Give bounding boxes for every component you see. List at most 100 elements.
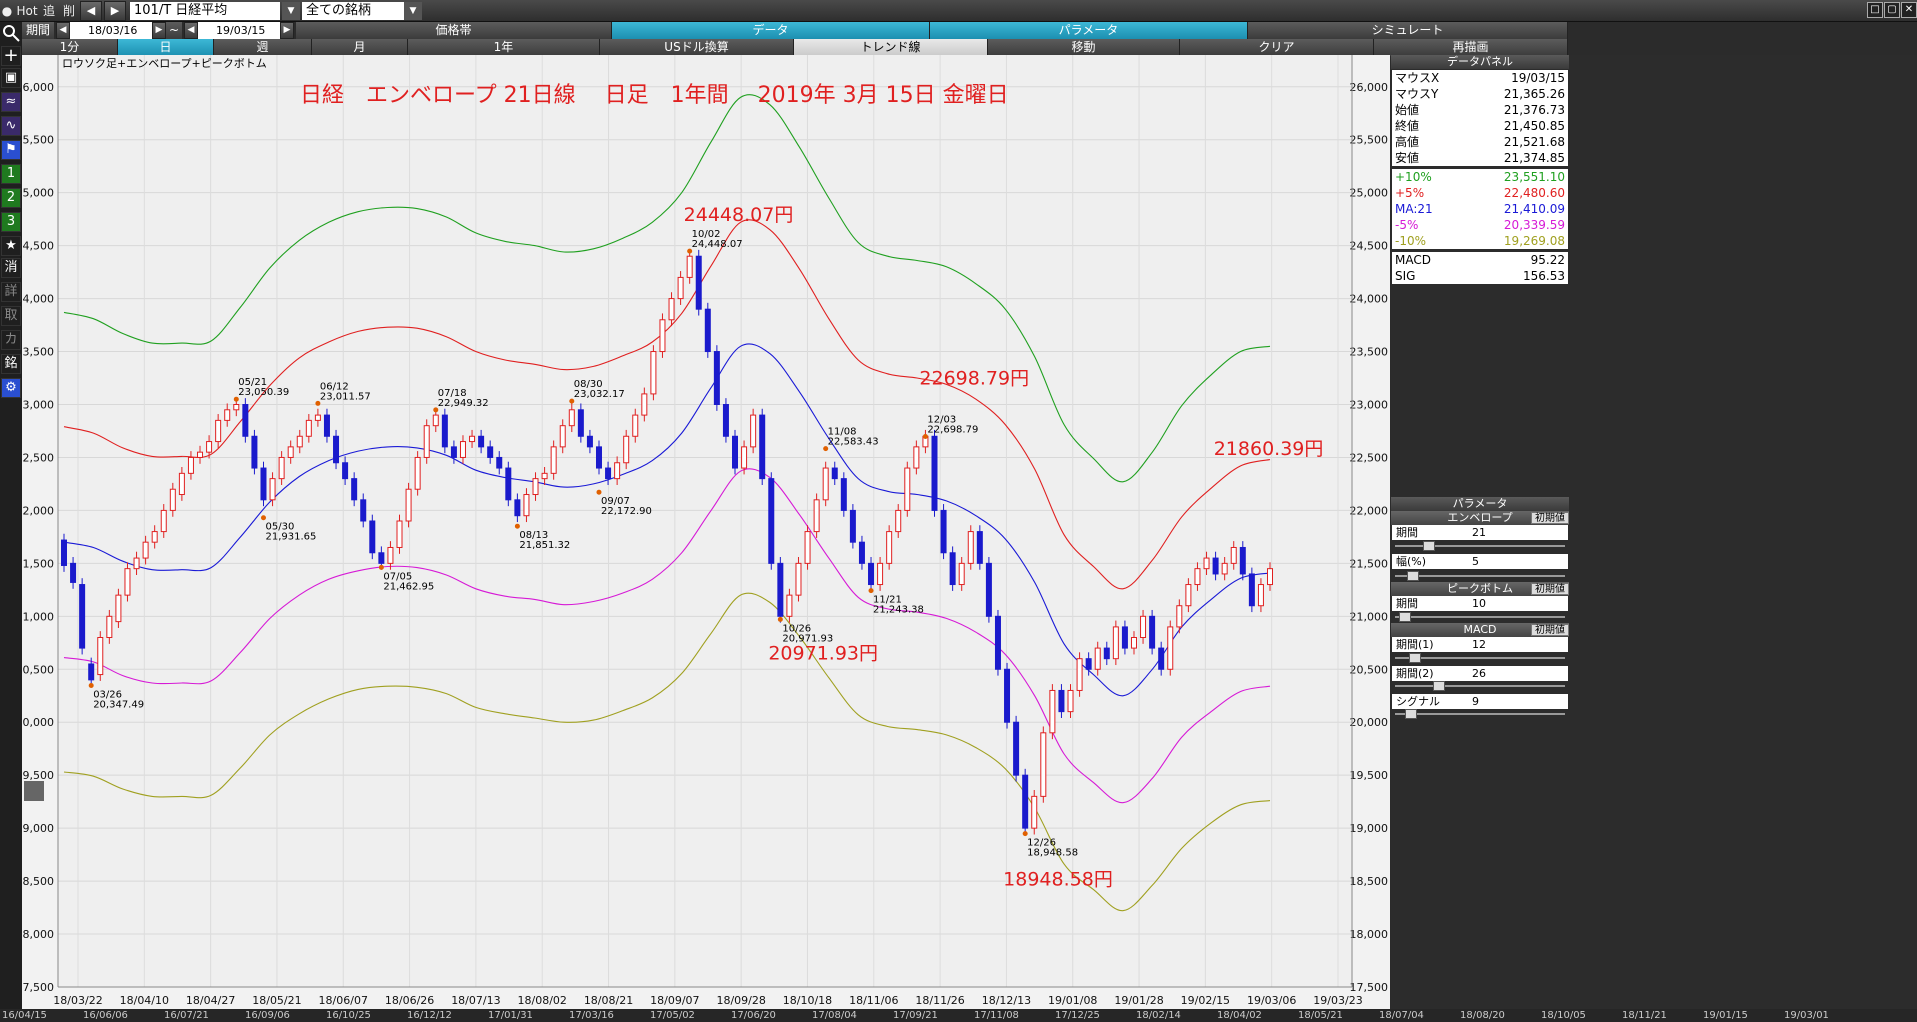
candle-body[interactable] <box>1221 562 1228 575</box>
candle-body[interactable] <box>750 414 757 448</box>
candle-body[interactable] <box>1013 721 1020 776</box>
chart-line2-icon[interactable]: ∿ <box>1 116 21 136</box>
date-from-next-icon[interactable]: ▶ <box>152 22 166 39</box>
candle-body[interactable] <box>305 419 312 437</box>
macd-signal-knob[interactable] <box>1405 709 1417 719</box>
candle-body[interactable] <box>877 562 884 586</box>
universe-dropdown-icon[interactable]: ▼ <box>404 2 422 20</box>
candle-body[interactable] <box>1194 568 1201 586</box>
candle-body[interactable] <box>686 255 693 278</box>
peakbottom-reset-button[interactable]: 初期値 <box>1531 583 1569 595</box>
preset-2-button[interactable]: 2 <box>1 188 21 208</box>
tab-usd[interactable]: USドル換算 <box>600 39 794 56</box>
peakbottom-period-value[interactable]: 10 <box>1472 596 1486 611</box>
candle-body[interactable] <box>1248 573 1255 607</box>
candle-body[interactable] <box>967 531 974 564</box>
candle-body[interactable] <box>142 541 149 559</box>
candle-body[interactable] <box>1176 605 1183 628</box>
candle-body[interactable] <box>1040 732 1047 797</box>
candle-body[interactable] <box>641 393 648 416</box>
preset-3-button[interactable]: 3 <box>1 212 21 232</box>
date-to-field[interactable]: 19/03/15 <box>198 22 280 39</box>
tab-redraw[interactable]: 再描画 <box>1374 39 1568 56</box>
candle-body[interactable] <box>595 446 602 469</box>
tab-trendline[interactable]: トレンド線 <box>794 39 988 56</box>
candle-body[interactable] <box>414 456 421 490</box>
candle-body[interactable] <box>586 435 593 448</box>
macd-reset-button[interactable]: 初期値 <box>1531 624 1569 636</box>
candle-body[interactable] <box>831 467 838 480</box>
tab-monthly[interactable]: 月 <box>312 39 408 56</box>
candle-body[interactable] <box>722 404 729 437</box>
candle-body[interactable] <box>369 520 376 554</box>
candle-body[interactable] <box>550 446 557 474</box>
candle-body[interactable] <box>994 615 1001 670</box>
candle-body[interactable] <box>1167 626 1174 670</box>
candle-body[interactable] <box>496 456 503 469</box>
candle-body[interactable] <box>1185 584 1192 607</box>
chart-line-icon[interactable]: ≈ <box>1 92 21 112</box>
envelope-period-slider[interactable] <box>1395 545 1565 547</box>
detail-button[interactable]: 詳 <box>1 282 21 302</box>
chart-area[interactable]: 03/26 20,347.49 05/21 23,050.39 05/30 21,931.… <box>22 55 1390 1009</box>
tab-daily[interactable]: 日 <box>118 39 214 56</box>
symbol-field[interactable]: 101/T 日経平均 <box>130 2 280 20</box>
candle-body[interactable] <box>623 435 630 464</box>
tab-price-band[interactable]: 価格帯 <box>296 22 612 39</box>
macd-p1-knob[interactable] <box>1409 653 1421 663</box>
camera-icon[interactable]: ▣ <box>1 68 21 88</box>
flag-icon[interactable]: ⚑ <box>1 140 21 160</box>
envelope-reset-button[interactable]: 初期値 <box>1531 512 1569 524</box>
minimize-icon[interactable]: □ <box>1867 2 1883 18</box>
preset-1-button[interactable]: 1 <box>1 164 21 184</box>
tab-clear[interactable]: クリア <box>1180 39 1374 56</box>
candle-body[interactable] <box>822 467 829 501</box>
candle-body[interactable] <box>342 462 349 480</box>
candle-body[interactable] <box>178 472 185 496</box>
candle-body[interactable] <box>242 404 249 437</box>
fetch-button[interactable]: 取 <box>1 306 21 326</box>
maximize-icon[interactable]: ▢ <box>1884 2 1900 18</box>
candle-body[interactable] <box>314 414 321 421</box>
peakbottom-knob[interactable] <box>1399 612 1411 622</box>
candle-body[interactable] <box>913 446 920 469</box>
add-button[interactable]: 追 <box>40 1 58 21</box>
candle-body[interactable] <box>931 435 938 511</box>
candle-body[interactable] <box>1076 658 1083 691</box>
candle-body[interactable] <box>1203 557 1210 570</box>
macd-signal-value[interactable]: 9 <box>1472 694 1479 709</box>
candle-body[interactable] <box>88 663 95 681</box>
candle-body[interactable] <box>1257 584 1264 607</box>
candle-body[interactable] <box>1239 546 1246 575</box>
candle-body[interactable] <box>1022 774 1029 829</box>
candle-body[interactable] <box>1140 615 1147 638</box>
candle-body[interactable] <box>940 509 947 554</box>
candle-body[interactable] <box>840 478 847 511</box>
candle-body[interactable] <box>269 478 276 501</box>
candle-body[interactable] <box>378 552 385 564</box>
candle-body[interactable] <box>106 615 113 638</box>
candle-body[interactable] <box>1058 689 1065 713</box>
close-icon[interactable]: ✕ <box>1901 2 1917 18</box>
candle-body[interactable] <box>432 414 439 427</box>
candle-body[interactable] <box>759 414 766 480</box>
candle-body[interactable] <box>568 409 575 427</box>
macd-p2-knob[interactable] <box>1433 681 1445 691</box>
candle-body[interactable] <box>768 478 775 564</box>
candle-body[interactable] <box>333 435 340 464</box>
candle-body[interactable] <box>396 520 403 548</box>
tab-weekly[interactable]: 週 <box>214 39 312 56</box>
candle-body[interactable] <box>1149 615 1156 649</box>
candle-body[interactable] <box>985 562 992 617</box>
candle-body[interactable] <box>79 584 86 649</box>
tab-1year[interactable]: 1年 <box>408 39 600 56</box>
candle-body[interactable] <box>605 467 612 480</box>
candle-body[interactable] <box>233 404 240 411</box>
candle-body[interactable] <box>1004 668 1011 723</box>
macd-p2-slider[interactable] <box>1395 685 1565 687</box>
back-button[interactable]: ◀ <box>80 1 102 21</box>
candle-body[interactable] <box>115 594 122 623</box>
candle-body[interactable] <box>387 546 394 564</box>
candle-body[interactable] <box>668 298 675 321</box>
candle-body[interactable] <box>1267 568 1273 586</box>
